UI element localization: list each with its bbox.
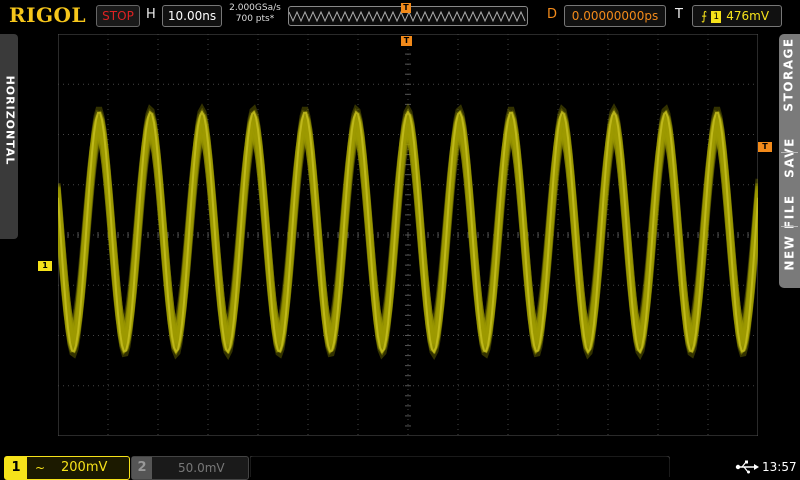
delay-label: D — [547, 7, 558, 22]
ch1-coupling-ac-icon: ~ — [35, 461, 46, 475]
system-clock: 13:57 — [762, 460, 797, 474]
horizontal-tab-label: HORIZONTAL — [3, 75, 17, 166]
channel-tab-strip — [250, 456, 670, 477]
menu-divider — [781, 226, 798, 227]
save-softkey[interactable]: SAVE — [780, 127, 800, 189]
rising-edge-icon: ⨍ — [701, 9, 708, 23]
ch2-number: 2 — [132, 457, 152, 479]
memory-depth: 700 pts* — [235, 14, 275, 24]
waveform-display[interactable] — [58, 34, 758, 436]
storage-softkey-menu: NEW FILE SAVE STORAGE — [779, 34, 800, 288]
trigger-label: T — [675, 7, 683, 22]
ch1-number: 1 — [5, 457, 27, 479]
ch1-vertical-scale: 200mV — [61, 460, 108, 475]
brand-logo: RIGOL — [9, 3, 87, 27]
horizontal-menu-tab[interactable]: HORIZONTAL — [0, 34, 18, 239]
usb-icon — [735, 460, 759, 474]
timebase-value[interactable]: 10.00ns — [162, 5, 222, 27]
acquisition-info: 2.000GSa/s 700 pts* — [228, 3, 282, 25]
ch2-settings-tab[interactable]: 2 50.0mV — [131, 456, 249, 480]
storage-softkey[interactable]: STORAGE — [779, 25, 800, 125]
trigger-settings[interactable]: ⨍ 1 476mV — [692, 5, 782, 27]
sample-rate: 2.000GSa/s — [229, 3, 281, 13]
trigger-level-marker[interactable]: T — [758, 142, 772, 152]
timebase-label: H — [146, 7, 156, 22]
memory-trigger-marker: T — [401, 3, 411, 13]
ch2-vertical-scale: 50.0mV — [178, 461, 225, 475]
menu-divider — [781, 152, 798, 153]
new-file-softkey[interactable]: NEW FILE — [780, 182, 800, 284]
delay-value[interactable]: 0.00000000ps — [564, 5, 666, 27]
trigger-source-badge: 1 — [711, 11, 722, 23]
ch1-settings-tab[interactable]: 1 ~ 200mV — [4, 456, 130, 480]
ch1-offset-marker[interactable]: 1 — [38, 261, 52, 271]
trigger-position-marker[interactable]: T — [401, 36, 412, 46]
trigger-level-value: 476mV — [726, 9, 770, 23]
run-stop-status[interactable]: STOP — [96, 5, 140, 27]
